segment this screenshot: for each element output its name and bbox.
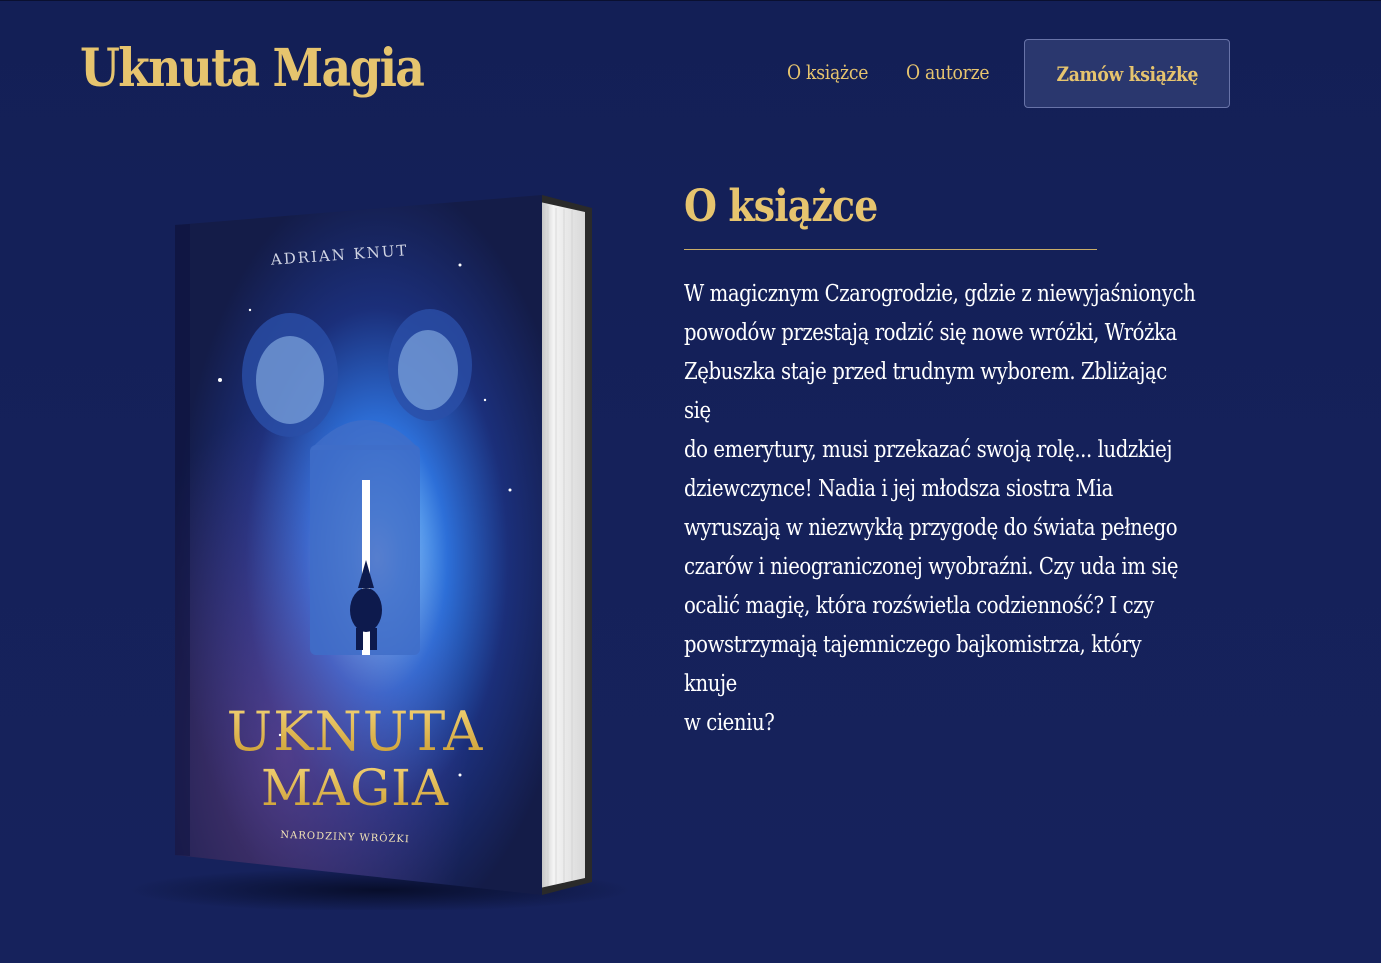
description-line: dziewczynce! Nadia i jej młodsza siostra… bbox=[684, 476, 1113, 502]
section-divider bbox=[684, 249, 1097, 250]
description-line: Zębuszka staje przed trudnym wyborem. Zb… bbox=[684, 359, 1167, 424]
description-line: ocalić magię, która rozświetla codzienno… bbox=[684, 593, 1154, 619]
book-cover-image: ADRIAN KNUT UKNUTA MAGIA NARODZINY WRÓŻK… bbox=[130, 190, 630, 910]
description-line: wyruszają w niezwykłą przygodę do świata… bbox=[684, 515, 1178, 541]
description-line: czarów i nieograniczonej wyobraźni. Czy … bbox=[684, 554, 1179, 580]
order-book-button-label: Zamów książkę bbox=[1056, 61, 1198, 86]
book-description: W magicznym Czarogrodzie, gdzie z niewyj… bbox=[684, 275, 1197, 743]
section-title: O książce bbox=[684, 181, 878, 232]
page: Uknuta Magia O książce O autorze Zamów k… bbox=[0, 0, 1381, 963]
cover-title-line2: MAGIA bbox=[261, 759, 449, 817]
nav-link-about-book[interactable]: O książce bbox=[787, 60, 868, 84]
description-line: powstrzymają tajemniczego bajkomistrza, … bbox=[684, 632, 1142, 697]
book-illustration: ADRIAN KNUT UKNUTA MAGIA NARODZINY WRÓŻK… bbox=[130, 195, 630, 910]
description-line: w cieniu? bbox=[684, 710, 775, 736]
cover-title-line1: UKNUTA bbox=[227, 700, 484, 763]
description-line: W magicznym Czarogrodzie, gdzie z niewyj… bbox=[684, 281, 1196, 307]
nav-link-about-author[interactable]: O autorze bbox=[906, 60, 990, 84]
order-book-button[interactable]: Zamów książkę bbox=[1024, 39, 1230, 108]
description-line: do emerytury, musi przekazać swoją rolę.… bbox=[684, 437, 1173, 463]
site-logo[interactable]: Uknuta Magia bbox=[80, 38, 425, 99]
description-line: powodów przestają rodzić się nowe wróżki… bbox=[684, 320, 1177, 346]
top-border bbox=[0, 0, 1381, 1]
